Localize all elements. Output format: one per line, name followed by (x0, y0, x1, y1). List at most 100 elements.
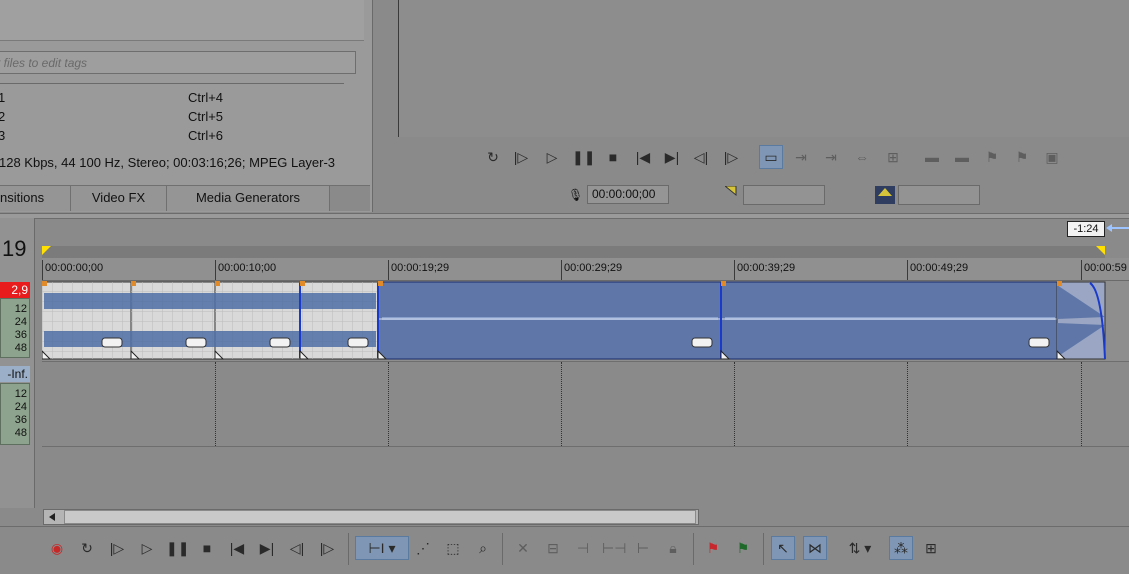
go-to-start-icon[interactable]: |◀ (226, 537, 248, 559)
meter-tick: 12 (14, 388, 27, 400)
lock-icon[interactable]: 🔒︎ (662, 537, 684, 559)
snap-icon[interactable]: ↖ (771, 536, 795, 560)
play-icon[interactable]: ▷ (136, 537, 158, 559)
timecode-field[interactable]: 00:00:00;00 (587, 185, 669, 204)
grid-line (734, 362, 735, 446)
toolbar-separator (693, 533, 694, 565)
go-to-end-icon[interactable]: ▶| (256, 537, 278, 559)
audio-clips[interactable] (42, 281, 1109, 361)
split-icon[interactable]: ⇥ (790, 146, 812, 168)
ruler-tick (42, 260, 43, 280)
marker-icon[interactable]: ⚑ (702, 537, 724, 559)
volume-meter: 12 24 36 48 (0, 298, 30, 358)
region-icon[interactable]: ⚑ (1011, 146, 1033, 168)
envelope-tool-icon[interactable]: ⋰ (412, 537, 434, 559)
tag-label: 3 (0, 128, 6, 143)
toolbar-separator (502, 533, 503, 565)
explorer-file-list[interactable] (0, 0, 364, 41)
loop-icon[interactable]: ↻ (482, 146, 504, 168)
meter-tick: 12 (14, 303, 27, 315)
tag-shortcut: Ctrl+5 (188, 109, 224, 124)
loop-region-bar[interactable] (42, 246, 1105, 258)
overlay2-icon[interactable]: ▬ (951, 146, 973, 168)
grid-line (215, 362, 216, 446)
audio-track-2[interactable] (42, 362, 1129, 447)
tab-video-fx[interactable]: Video FX (71, 186, 167, 211)
tab-media-generators[interactable]: Media Generators (167, 186, 330, 211)
pause-icon[interactable]: ❚❚ (166, 537, 189, 559)
record-icon[interactable]: ◉ (46, 537, 68, 559)
stop-icon[interactable]: ■ (196, 537, 218, 559)
ruler-label: 00:00:10;00 (218, 262, 277, 274)
out-point-icon (875, 186, 895, 204)
tab-transitions[interactable]: nsitions (0, 186, 71, 211)
overlay-icon[interactable]: ▬ (921, 146, 943, 168)
selection-length-field[interactable] (898, 185, 980, 205)
ruler-tick (388, 260, 389, 280)
trim-icon[interactable]: ⇥ (820, 146, 842, 168)
next-frame-icon[interactable]: |▷ (316, 537, 338, 559)
tag-search-input[interactable]: t files to edit tags (0, 51, 356, 74)
tag-shortcut: Ctrl+6 (188, 128, 224, 143)
lock-envelopes-icon[interactable]: ⁂ (889, 536, 913, 560)
tag-row[interactable]: 1 Ctrl+4 (0, 90, 358, 108)
go-to-end-icon[interactable]: ▶| (661, 146, 683, 168)
tag-row[interactable]: 3 Ctrl+6 (0, 128, 358, 146)
snapshot-icon[interactable]: ⊞ (882, 146, 904, 168)
ruler-tick (561, 260, 562, 280)
zoom-tool-icon[interactable]: ⌕ (472, 537, 494, 559)
ruler-label: 00:00:00;00 (45, 262, 104, 274)
meter-tick: 48 (14, 427, 27, 439)
ruler-label: 00:00:39;29 (737, 262, 796, 274)
ruler-tick (215, 260, 216, 280)
grid-line (388, 362, 389, 446)
scrollbar-thumb[interactable] (64, 510, 696, 524)
trim-end-icon[interactable]: ⊢ (632, 537, 654, 559)
toolbar-separator (763, 533, 764, 565)
tag-divider (0, 83, 344, 84)
pause-icon[interactable]: ❚❚ (572, 146, 595, 168)
next-frame-icon[interactable]: |▷ (720, 146, 742, 168)
fit-icon[interactable]: ⇔ (851, 146, 873, 168)
ignore-grouping-icon[interactable]: ⊞ (920, 537, 942, 559)
stop-icon[interactable]: ■ (602, 146, 624, 168)
previous-frame-icon[interactable]: ◁| (286, 537, 308, 559)
ruler-label: 00:00:49;29 (910, 262, 969, 274)
end-time-badge: -1:24 (1067, 221, 1105, 237)
play-from-start-icon[interactable]: |▷ (510, 146, 532, 168)
volume-meter: 12 24 36 48 (0, 383, 30, 445)
grid-line (907, 362, 908, 446)
tag-label: 1 (0, 90, 6, 105)
loop-icon[interactable]: ↻ (76, 537, 98, 559)
delete-icon[interactable]: ✕ (512, 537, 534, 559)
trim-start-icon[interactable]: ⊣ (572, 537, 594, 559)
scroll-left-icon[interactable] (43, 509, 61, 525)
meter-tick: 36 (14, 414, 27, 426)
frame-number: 19 (2, 236, 27, 261)
edit-tool-icon[interactable]: ⊢I ▾ (355, 536, 409, 560)
split-icon[interactable]: ⊢⊣ (602, 537, 626, 559)
marker-icon[interactable]: ⚑ (981, 146, 1003, 168)
peak-meter-value: 2,9 (0, 282, 30, 298)
save-frame-icon[interactable]: ▣ (1041, 146, 1063, 168)
play-icon[interactable]: ▷ (541, 146, 563, 168)
play-from-start-icon[interactable]: |▷ (106, 537, 128, 559)
grid-line (1081, 362, 1082, 446)
selection-start-field[interactable] (743, 185, 825, 205)
loop-end-marker[interactable] (1096, 246, 1106, 256)
auto-crossfade-icon[interactable]: ⋈ (803, 536, 827, 560)
meter-tick: 36 (14, 329, 27, 341)
previous-frame-icon[interactable]: ◁| (690, 146, 712, 168)
tag-row[interactable]: 2 Ctrl+5 (0, 109, 358, 127)
trim-icon[interactable]: ⊟ (542, 537, 564, 559)
loop-start-marker[interactable] (42, 246, 52, 256)
selection-tool-icon[interactable]: ⬚ (442, 537, 464, 559)
region-icon[interactable]: ⚑ (732, 537, 754, 559)
panel-divider[interactable] (0, 213, 1129, 219)
peak-meter-value: -Inf. (0, 366, 30, 382)
meter-tick: 24 (14, 401, 27, 413)
ripple-edit-icon[interactable]: ⇅ ▾ (838, 537, 882, 559)
preview-window-icon[interactable]: ▭ (759, 145, 783, 169)
go-to-start-icon[interactable]: |◀ (632, 146, 654, 168)
tag-label: 2 (0, 109, 6, 124)
